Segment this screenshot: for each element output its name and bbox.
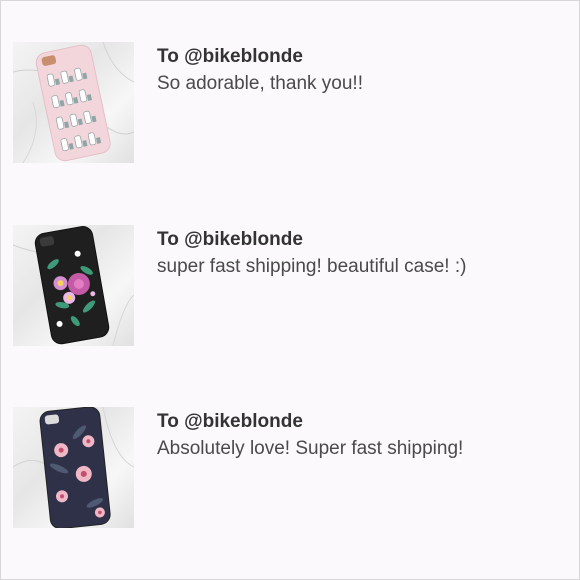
review-item: To @bikeblonde So adorable, thank you!! (13, 42, 573, 164)
review-list: To @bikeblonde So adorable, thank you!! (0, 0, 580, 580)
black-floral-case-photo[interactable] (13, 225, 134, 346)
review-message: super fast shipping! beautiful case! :) (157, 256, 467, 277)
review-recipient: To @bikeblonde (157, 46, 303, 67)
review-message: So adorable, thank you!! (157, 73, 363, 94)
review-recipient: To @bikeblonde (157, 229, 303, 250)
navy-floral-case-photo[interactable] (13, 407, 134, 528)
review-item: To @bikeblonde Absolutely love! Super fa… (13, 407, 573, 529)
review-item: To @bikeblonde super fast shipping! beau… (13, 225, 573, 347)
review-recipient: To @bikeblonde (157, 411, 303, 432)
pink-llama-case-photo[interactable] (13, 42, 134, 163)
review-message: Absolutely love! Super fast shipping! (157, 438, 464, 459)
